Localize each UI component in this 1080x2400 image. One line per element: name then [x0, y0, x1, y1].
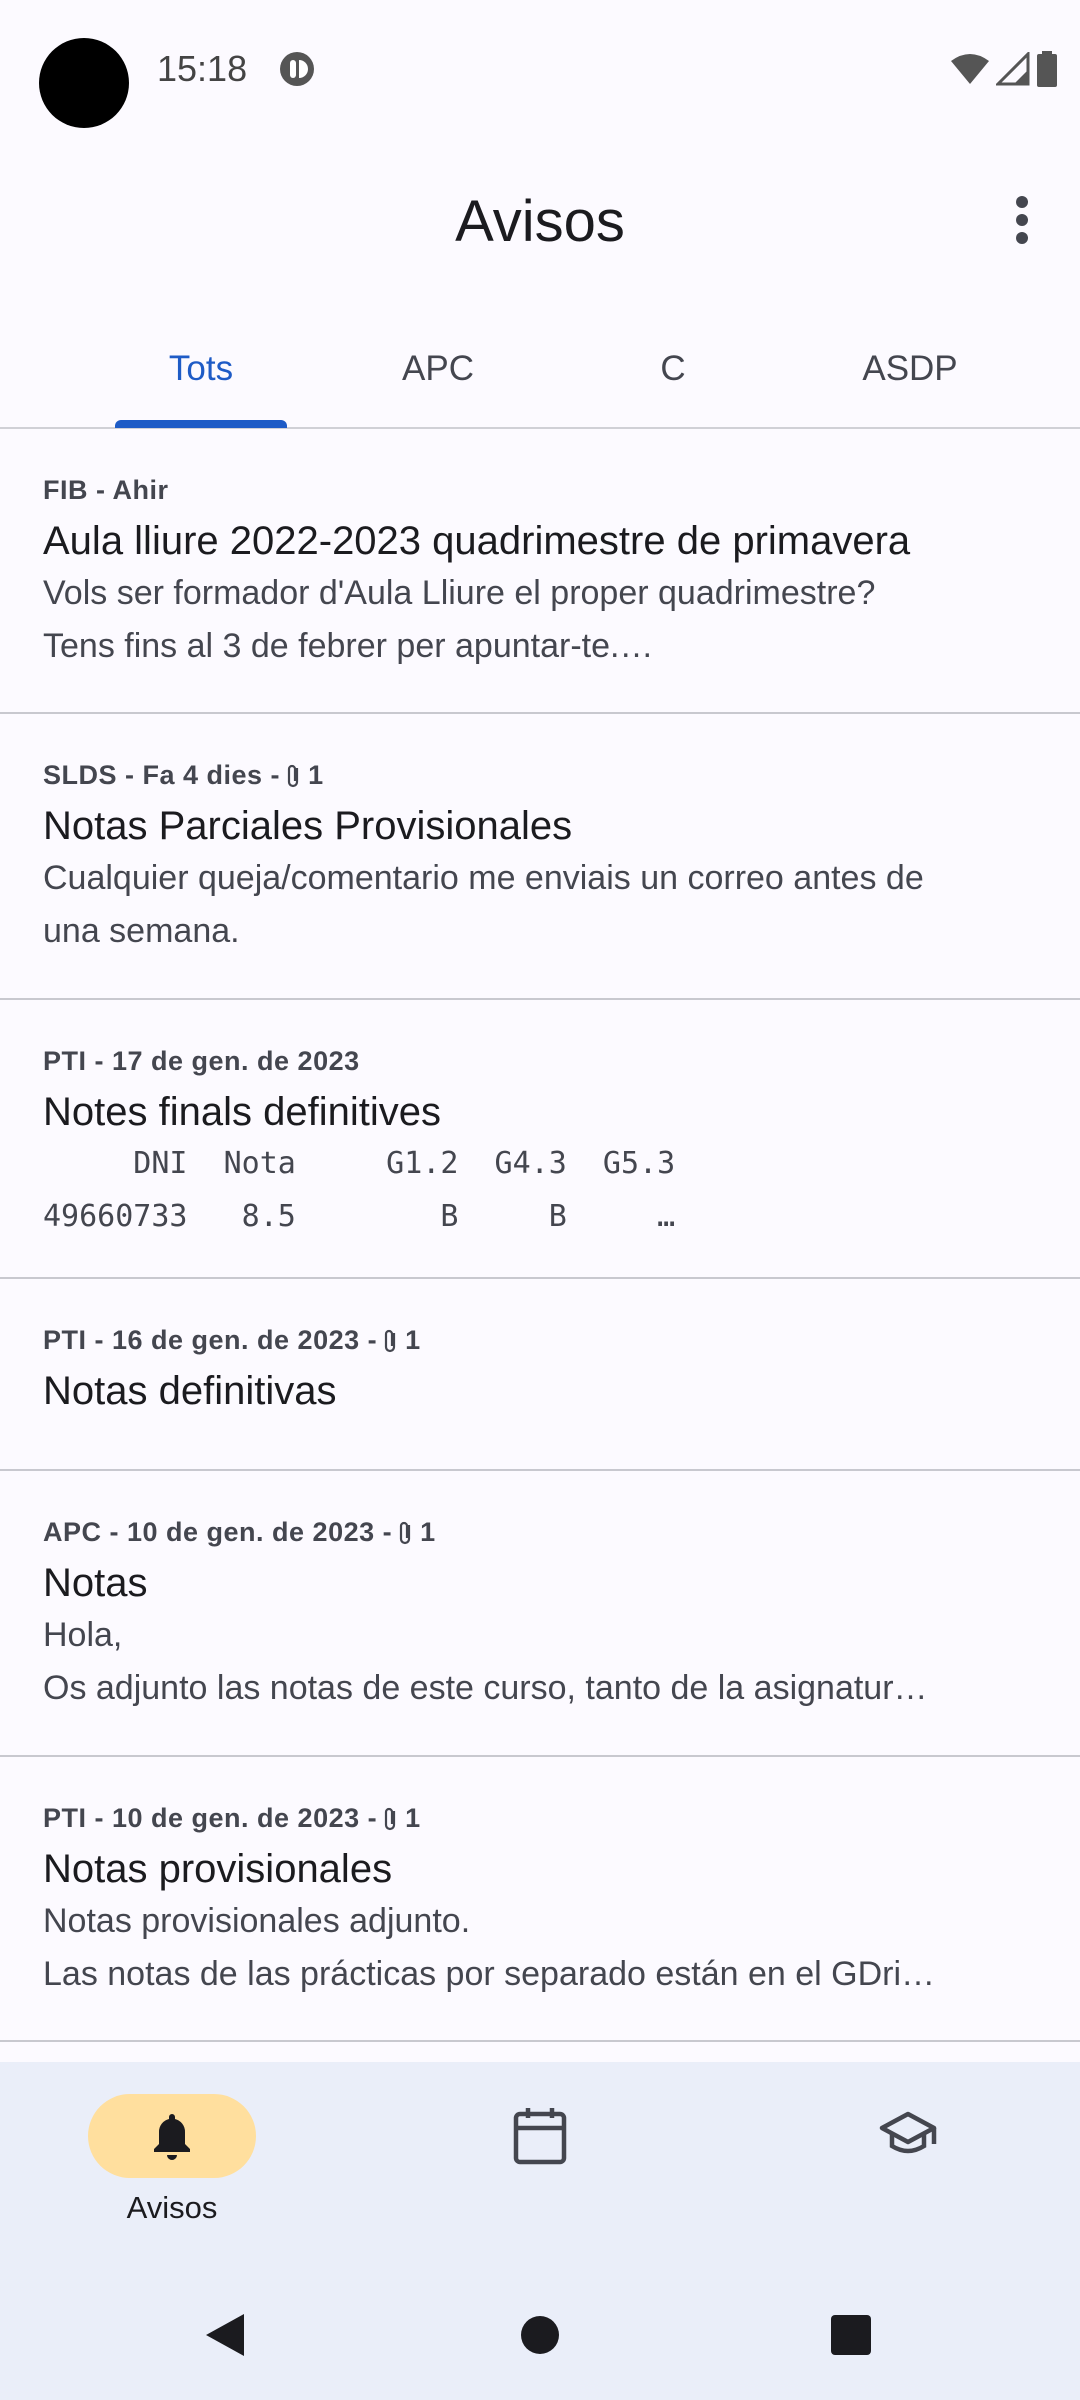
nav-item-calendar[interactable] [440, 2094, 640, 2234]
notice-meta: PTI - 17 de gen. de 2023 [43, 1046, 360, 1077]
status-time: 15:18 [157, 48, 248, 89]
notice-meta-text: SLDS - Fa 4 dies - [43, 760, 281, 790]
attachment-count: 1 [420, 1517, 436, 1547]
list-item[interactable]: PTI - 17 de gen. de 2023 Notes finals de… [0, 1000, 1080, 1279]
paperclip-icon [385, 1329, 396, 1352]
notice-title: Notas [43, 1561, 148, 1605]
tab-c[interactable]: C [555, 310, 791, 427]
list-item[interactable]: FIB - Ahir Aula lliure 2022-2023 quadrim… [0, 429, 1080, 714]
list-item[interactable]: PTI - 10 de gen. de 2023 - 1 Notas provi… [0, 1757, 1080, 2042]
attachment-count: 1 [308, 760, 324, 790]
tab-bar: Tots APC C ASDP [0, 310, 1080, 429]
list-item[interactable]: APC - 10 de gen. de 2023 - 1 Notas Hola,… [0, 1471, 1080, 1757]
notice-body-line: una semana. [43, 912, 240, 950]
attachment-count: 1 [405, 1325, 421, 1355]
notice-meta: PTI - 10 de gen. de 2023 - 1 [43, 1803, 421, 1834]
notice-title: Notas definitivas [43, 1369, 337, 1413]
notice-title: Notas provisionales [43, 1847, 393, 1891]
notice-meta-text: PTI - 10 de gen. de 2023 - [43, 1803, 378, 1833]
notice-meta: FIB - Ahir [43, 475, 169, 506]
wifi-icon [951, 54, 989, 84]
calendar-icon [513, 2108, 567, 2165]
notice-body-line: Os adjunto las notas de este curso, tant… [43, 1669, 928, 1707]
notice-meta-text: PTI - 17 de gen. de 2023 [43, 1046, 360, 1076]
graduation-cap-icon [879, 2111, 937, 2154]
nav-active-indicator [88, 2094, 256, 2178]
notice-meta-text: FIB - Ahir [43, 475, 169, 505]
notice-meta-text: APC - 10 de gen. de 2023 - [43, 1517, 393, 1547]
list-item[interactable]: SLDS - Fa 4 dies - 1 Notas Parciales Pro… [0, 714, 1080, 1000]
tab-indicator [115, 420, 287, 428]
nav-label-avisos: Avisos [126, 2190, 218, 2225]
attachment-count: 1 [405, 1803, 421, 1833]
list-item[interactable]: PTI - 16 de gen. de 2023 - 1 Notas defin… [0, 1279, 1080, 1471]
notices-list: FIB - Ahir Aula lliure 2022-2023 quadrim… [0, 429, 1080, 2042]
notice-meta-text: PTI - 16 de gen. de 2023 - [43, 1325, 378, 1355]
notice-body-line: Vols ser formador d'Aula Lliure el prope… [43, 574, 876, 612]
nav-item-courses[interactable] [808, 2094, 1008, 2234]
nav-item-avisos[interactable]: Avisos [72, 2094, 272, 2234]
notice-meta: PTI - 16 de gen. de 2023 - 1 [43, 1325, 421, 1356]
back-icon[interactable] [180, 2290, 270, 2380]
home-icon[interactable] [495, 2290, 585, 2380]
tab-apc[interactable]: APC [320, 310, 556, 427]
notice-title: Notas Parciales Provisionales [43, 804, 573, 848]
page-title: Avisos [455, 189, 625, 254]
notice-body-line: Cualquier queja/comentario me enviais un… [43, 859, 924, 897]
notice-meta: APC - 10 de gen. de 2023 - 1 [43, 1517, 436, 1548]
tab-asdp[interactable]: ASDP [792, 310, 1028, 427]
system-navigation [0, 2290, 1080, 2380]
status-bar: 15:18 [0, 0, 1080, 130]
top-app-bar: Avisos [0, 160, 1080, 280]
nav-pill [824, 2094, 992, 2178]
bell-icon [154, 2114, 190, 2160]
paperclip-icon [400, 1521, 411, 1544]
paperclip-icon [385, 1807, 396, 1830]
camera-cutout [39, 38, 129, 128]
paperclip-icon [287, 764, 299, 787]
notice-title: Aula lliure 2022-2023 quadrimestre de pr… [43, 519, 911, 563]
tab-tots[interactable]: Tots [83, 310, 319, 427]
notice-title: Notes finals definitives [43, 1090, 441, 1134]
app-notification-icon [280, 52, 314, 86]
notice-meta: SLDS - Fa 4 dies - 1 [43, 760, 324, 791]
notice-body-line: Las notas de las prácticas por separado … [43, 1955, 936, 1993]
notice-body-line: Tens fins al 3 de febrer per apuntar-te.… [43, 627, 654, 665]
battery-icon [1037, 51, 1057, 87]
cellular-signal-icon [996, 52, 1030, 86]
notice-body-line: DNI Nota G1.2 G4.3 G5.3 [43, 1146, 676, 1181]
notice-body-line: 49660733 8.5 B B … [43, 1199, 676, 1234]
notice-body-line: Notas provisionales adjunto. [43, 1902, 471, 1940]
recents-icon[interactable] [806, 2290, 896, 2380]
notice-body-line: Hola, [43, 1616, 123, 1654]
more-vert-icon[interactable] [992, 190, 1052, 250]
nav-pill [456, 2094, 624, 2178]
